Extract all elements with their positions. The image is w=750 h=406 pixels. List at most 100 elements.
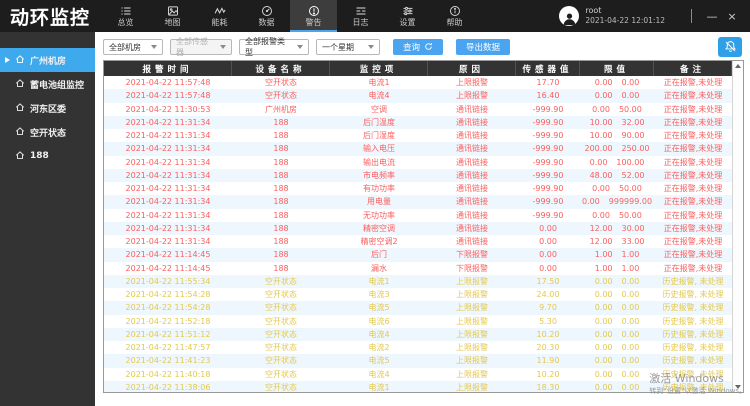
table-row[interactable]: 2021-04-22 11:14:45 188 后门 下限报警 0.00 1.0… <box>104 248 732 261</box>
cell-reason: 上限报警 <box>428 381 516 392</box>
sidebar-item-guangzhou-room[interactable]: 广州机房 <box>0 48 95 72</box>
cell-device-name: 空开状态 <box>232 301 330 314</box>
table-header: 报警时间 设备名称 监控项 原因 传感器值 限值 备注 <box>104 61 732 76</box>
cell-remark: 历史报警, 未处理 <box>654 301 732 314</box>
table-row[interactable]: 2021-04-22 11:54:28 空开状态 电流3 上限报警 24.00 … <box>104 288 732 301</box>
table-row[interactable]: 2021-04-22 11:31:34 188 无功功率 通讯链接 -999.9… <box>104 209 732 222</box>
cell-sensor-value: -999.90 <box>516 195 580 208</box>
table-row[interactable]: 2021-04-22 11:40:18 空开状态 电流4 上限报警 10.20 … <box>104 368 732 381</box>
expand-caret-icon <box>5 57 10 63</box>
scroll-up-icon[interactable] <box>735 64 741 68</box>
time-range-select-value: 一个星期 <box>322 42 354 53</box>
cell-limit: 10.00 90.00 <box>580 129 654 142</box>
cell-alarm-time: 2021-04-22 11:57:48 <box>104 76 232 89</box>
cell-remark: 历史报警, 未处理 <box>654 275 732 288</box>
cell-device-name: 188 <box>232 142 330 155</box>
nav-item-overview[interactable]: 总览 <box>102 0 149 32</box>
cell-device-name: 空开状态 <box>232 381 330 392</box>
cell-alarm-time: 2021-04-22 11:31:34 <box>104 156 232 169</box>
sidebar-item-188[interactable]: 188 <box>0 144 95 168</box>
cell-remark: 正在报警,未处理 <box>654 235 732 248</box>
sensor-select[interactable]: 全部传感器 <box>170 39 232 55</box>
limit-high: 50.00 <box>619 105 642 114</box>
cell-limit: 12.00 33.00 <box>580 235 654 248</box>
table-row[interactable]: 2021-04-22 11:54:28 空开状态 电流5 上限报警 9.70 0… <box>104 301 732 314</box>
cell-monitor-item: 后门 <box>330 248 428 261</box>
close-button[interactable]: × <box>722 10 742 23</box>
cell-device-name: 空开状态 <box>232 354 330 367</box>
table-row[interactable]: 2021-04-22 11:31:34 188 有功功率 通讯链接 -999.9… <box>104 182 732 195</box>
cell-remark: 正在报警,未处理 <box>654 262 732 275</box>
table-row[interactable]: 2021-04-22 11:57:48 空开状态 电流1 上限报警 17.70 … <box>104 76 732 89</box>
room-select[interactable]: 全部机房 <box>103 39 163 55</box>
table-row[interactable]: 2021-04-22 11:31:34 188 精密空调 通讯链接 0.00 1… <box>104 222 732 235</box>
table-row[interactable]: 2021-04-22 11:31:34 188 后门温度 通讯链接 -999.9… <box>104 116 732 129</box>
cell-device-name: 空开状态 <box>232 275 330 288</box>
table-row[interactable]: 2021-04-22 11:31:34 188 输出电流 通讯链接 -999.9… <box>104 156 732 169</box>
col-header-item: 监控项 <box>330 61 428 76</box>
nav-item-map[interactable]: 地图 <box>149 0 196 32</box>
cell-monitor-item: 电流5 <box>330 354 428 367</box>
query-button[interactable]: 查询 <box>393 39 443 55</box>
table-row[interactable]: 2021-04-22 11:14:45 188 漏水 下限报警 0.00 1.0… <box>104 262 732 275</box>
table-row[interactable]: 2021-04-22 11:30:53 广州机房 空调 通讯链接 -999.90… <box>104 103 732 116</box>
refresh-icon <box>424 42 433 53</box>
table-row[interactable]: 2021-04-22 11:38:06 空开状态 电流1 上限报警 18.30 … <box>104 381 732 392</box>
cell-limit: 0.00 999999.00 <box>580 195 654 208</box>
cell-monitor-item: 市电频率 <box>330 169 428 182</box>
sidebar-item-label: 河东区委 <box>30 102 66 115</box>
limit-low: 0.00 <box>595 356 613 365</box>
limit-low: 1.00 <box>595 264 613 273</box>
sidebar-item-hedong[interactable]: 河东区委 <box>0 96 95 120</box>
current-datetime: 2021-04-22 12:01:12 <box>585 16 665 26</box>
sidebar-item-battery-monitor[interactable]: 蓄电池组监控 <box>0 72 95 96</box>
table-row[interactable]: 2021-04-22 11:47:57 空开状态 电流2 上限报警 20.30 … <box>104 341 732 354</box>
cell-remark: 历史报警, 未处理 <box>654 381 732 392</box>
table-scrollbar[interactable] <box>732 61 743 392</box>
table-row[interactable]: 2021-04-22 11:57:48 空开状态 电流4 上限报警 16.40 … <box>104 89 732 102</box>
cell-remark: 历史报警, 未处理 <box>654 354 732 367</box>
export-data-button[interactable]: 导出数据 <box>456 39 510 55</box>
table-row[interactable]: 2021-04-22 11:55:34 空开状态 电流1 上限报警 17.50 … <box>104 275 732 288</box>
limit-high: 100.00 <box>616 158 644 167</box>
cell-reason: 通讯链接 <box>428 209 516 222</box>
cell-remark: 正在报警,未处理 <box>654 182 732 195</box>
table-row[interactable]: 2021-04-22 11:31:34 188 后门湿度 通讯链接 -999.9… <box>104 129 732 142</box>
cell-device-name: 188 <box>232 209 330 222</box>
nav-item-help[interactable]: 帮助 <box>431 0 478 32</box>
table-row[interactable]: 2021-04-22 11:52:18 空开状态 电流6 上限报警 5.30 0… <box>104 315 732 328</box>
user-box[interactable]: root 2021-04-22 12:01:12 <box>559 0 665 32</box>
nav-item-settings[interactable]: 设置 <box>384 0 431 32</box>
nav-item-data[interactable]: 数据 <box>243 0 290 32</box>
cell-remark: 正在报警,未处理 <box>654 195 732 208</box>
cell-remark: 正在报警,未处理 <box>654 89 732 102</box>
limit-high: 50.00 <box>619 211 642 220</box>
table-row[interactable]: 2021-04-22 11:31:34 188 用电量 通讯链接 -999.90… <box>104 195 732 208</box>
table-row[interactable]: 2021-04-22 11:31:34 188 精密空调2 通讯链接 0.00 … <box>104 235 732 248</box>
cell-device-name: 空开状态 <box>232 288 330 301</box>
cell-limit: 200.00 250.00 <box>580 142 654 155</box>
limit-low: 0.00 <box>595 317 613 326</box>
table-row[interactable]: 2021-04-22 11:31:34 188 输入电压 通讯链接 -999.9… <box>104 142 732 155</box>
scroll-down-icon[interactable] <box>735 385 741 389</box>
limit-low: 10.00 <box>590 131 613 140</box>
minimize-button[interactable]: — <box>702 10 722 23</box>
sidebar-item-breaker-status[interactable]: 空开状态 <box>0 120 95 144</box>
cell-remark: 正在报警,未处理 <box>654 169 732 182</box>
table-row[interactable]: 2021-04-22 11:31:34 188 市电频率 通讯链接 -999.9… <box>104 169 732 182</box>
table-row[interactable]: 2021-04-22 11:51:12 空开状态 电流4 上限报警 10.20 … <box>104 328 732 341</box>
limit-low: 1.00 <box>595 250 613 259</box>
mute-alarm-button[interactable] <box>718 37 742 57</box>
table-row[interactable]: 2021-04-22 11:41:23 空开状态 电流5 上限报警 11.90 … <box>104 354 732 367</box>
nav-item-alarm[interactable]: 警告 <box>290 0 337 32</box>
nav-item-energy[interactable]: 能耗 <box>196 0 243 32</box>
time-range-select[interactable]: 一个星期 <box>316 39 380 55</box>
alarm-type-select[interactable]: 全部报警类型 <box>239 39 309 55</box>
cell-reason: 通讯链接 <box>428 142 516 155</box>
cell-limit: 10.00 32.00 <box>580 116 654 129</box>
nav-item-log[interactable]: 日志 <box>337 0 384 32</box>
cell-limit: 0.00 0.00 <box>580 368 654 381</box>
cell-alarm-time: 2021-04-22 11:52:18 <box>104 315 232 328</box>
cell-limit: 0.00 0.00 <box>580 341 654 354</box>
cell-device-name: 空开状态 <box>232 368 330 381</box>
